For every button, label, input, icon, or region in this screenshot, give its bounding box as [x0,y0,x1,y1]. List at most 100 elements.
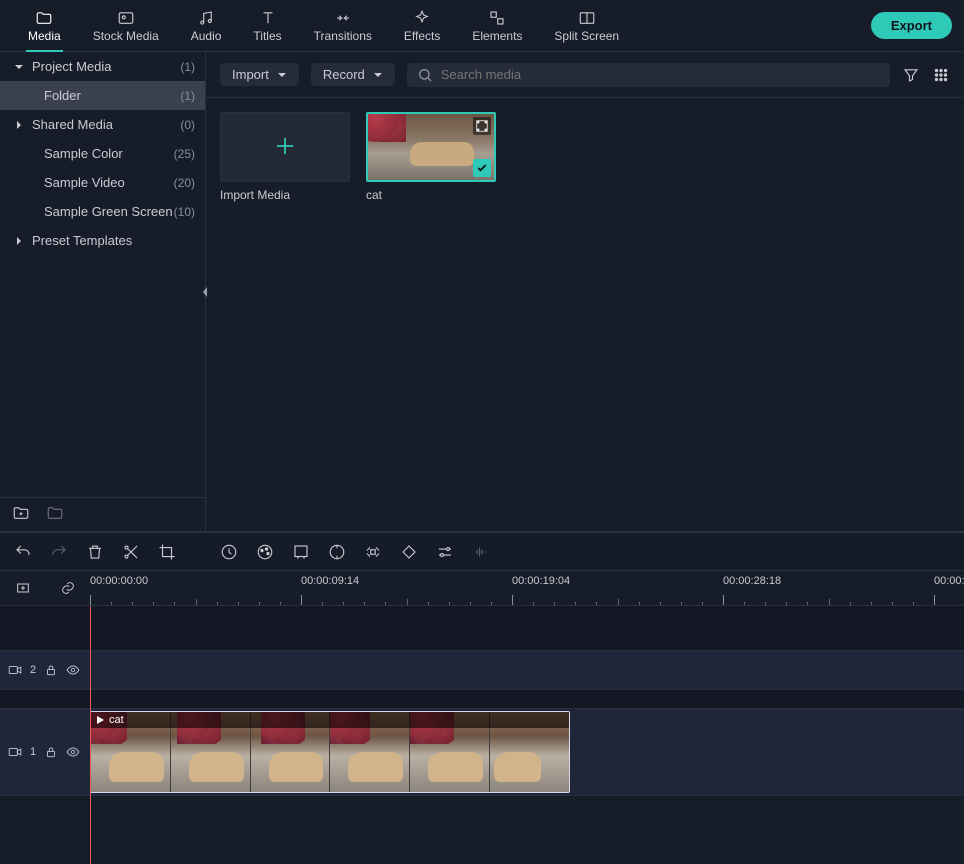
lock-icon[interactable] [44,745,58,759]
sidebar-bottom-tools [0,497,205,531]
filmstrip-icon [473,117,491,135]
lock-icon[interactable] [44,663,58,677]
eye-icon[interactable] [66,745,80,759]
tab-transitions[interactable]: Transitions [298,0,388,52]
sidebar: Project Media (1) Folder (1) Shared Medi… [0,52,206,531]
timeline-clip-cat[interactable]: cat [90,711,570,793]
top-tabs: Media Stock Media Audio Titles Transitio… [0,0,964,52]
media-panel: Import Record Import Media [206,52,964,531]
import-dropdown[interactable]: Import [220,63,299,86]
timecode-label: 00:00:38:08 [934,575,964,587]
sidebar-item-folder[interactable]: Folder (1) [0,81,205,110]
sidebar-item-project-media[interactable]: Project Media (1) [0,52,205,81]
media-title: cat [366,188,496,202]
dropdown-label: Import [232,67,269,82]
sidebar-item-count: (20) [174,176,195,190]
timeline-ruler[interactable]: 00:00:00:0000:00:09:1400:00:19:0400:00:2… [0,570,964,606]
eye-icon[interactable] [66,663,80,677]
tab-effects[interactable]: Effects [388,0,456,52]
filter-icon[interactable] [902,66,920,84]
timecode-label: 00:00:00:00 [90,575,148,587]
green-screen-icon[interactable] [292,543,310,561]
tab-titles[interactable]: Titles [237,0,297,52]
plus-icon [271,132,299,163]
track-1[interactable]: 1 cat [0,708,964,796]
crop-icon[interactable] [158,543,176,561]
sidebar-item-label: Project Media [32,59,180,74]
video-icon [8,745,22,759]
motion-icon[interactable] [328,543,346,561]
sidebar-item-label: Folder [44,88,180,103]
sidebar-item-count: (1) [180,60,195,74]
playhead[interactable] [90,606,91,864]
sidebar-item-count: (10) [174,205,195,219]
timecode-label: 00:00:19:04 [512,575,570,587]
sidebar-item-label: Sample Video [44,175,174,190]
media-clip-cat[interactable]: cat [366,112,496,202]
sidebar-item-sample-color[interactable]: Sample Color (25) [0,139,205,168]
track-2[interactable]: 2 [0,650,964,690]
sidebar-item-count: (1) [180,89,195,103]
redo-icon[interactable] [50,543,68,561]
delete-icon[interactable] [86,543,104,561]
timeline-toolbar [0,532,964,570]
image-icon [117,9,135,27]
chevron-right-icon [14,120,28,130]
folder-icon[interactable] [46,504,64,525]
transitions-icon [334,9,352,27]
new-folder-icon[interactable] [12,504,30,525]
keyframe-icon[interactable] [400,543,418,561]
sidebar-item-shared-media[interactable]: Shared Media (0) [0,110,205,139]
tab-elements[interactable]: Elements [456,0,538,52]
sidebar-item-label: Sample Green Screen [44,204,174,219]
shapes-icon [488,9,506,27]
track-number: 2 [30,664,36,676]
tab-label: Audio [191,29,222,43]
timeline-tracks[interactable]: 2 1 [0,606,964,864]
sidebar-item-sample-video[interactable]: Sample Video (20) [0,168,205,197]
split-icon[interactable] [122,543,140,561]
add-track-icon[interactable] [15,580,31,596]
tab-split-screen[interactable]: Split Screen [538,0,635,52]
tab-label: Titles [253,29,281,43]
search-input-wrap [407,63,890,87]
sidebar-item-label: Sample Color [44,146,174,161]
sidebar-item-count: (25) [174,147,195,161]
export-button[interactable]: Export [871,12,952,39]
grid-view-icon[interactable] [932,66,950,84]
sidebar-item-sample-green-screen[interactable]: Sample Green Screen (10) [0,197,205,226]
tab-label: Transitions [314,29,372,43]
clip-title: cat [109,714,124,726]
tab-media[interactable]: Media [12,0,77,52]
timecode-label: 00:00:28:18 [723,575,781,587]
color-icon[interactable] [256,543,274,561]
dropdown-label: Record [323,67,365,82]
track-number: 1 [30,746,36,758]
tab-label: Stock Media [93,29,159,43]
audio-wave-icon[interactable] [472,543,490,561]
sidebar-item-count: (0) [180,118,195,132]
sidebar-item-label: Shared Media [32,117,180,132]
sidebar-item-preset-templates[interactable]: Preset Templates [0,226,205,255]
search-input[interactable] [441,67,880,82]
keyframe-expand-icon[interactable] [364,543,382,561]
tab-stock-media[interactable]: Stock Media [77,0,175,52]
folder-icon [35,9,53,27]
record-dropdown[interactable]: Record [311,63,395,86]
speed-icon[interactable] [220,543,238,561]
collapse-sidebar-icon[interactable] [199,282,211,302]
sidebar-item-label: Preset Templates [32,233,195,248]
chevron-right-icon [14,236,28,246]
music-icon [197,9,215,27]
undo-icon[interactable] [14,543,32,561]
sparkle-icon [413,9,431,27]
tab-label: Elements [472,29,522,43]
chevron-down-icon [14,62,28,72]
import-media-card[interactable]: Import Media [220,112,350,202]
link-icon[interactable] [60,580,76,596]
track-head: 2 [0,651,90,689]
search-icon [417,67,433,83]
play-icon [95,715,105,725]
settings-icon[interactable] [436,543,454,561]
tab-audio[interactable]: Audio [175,0,238,52]
